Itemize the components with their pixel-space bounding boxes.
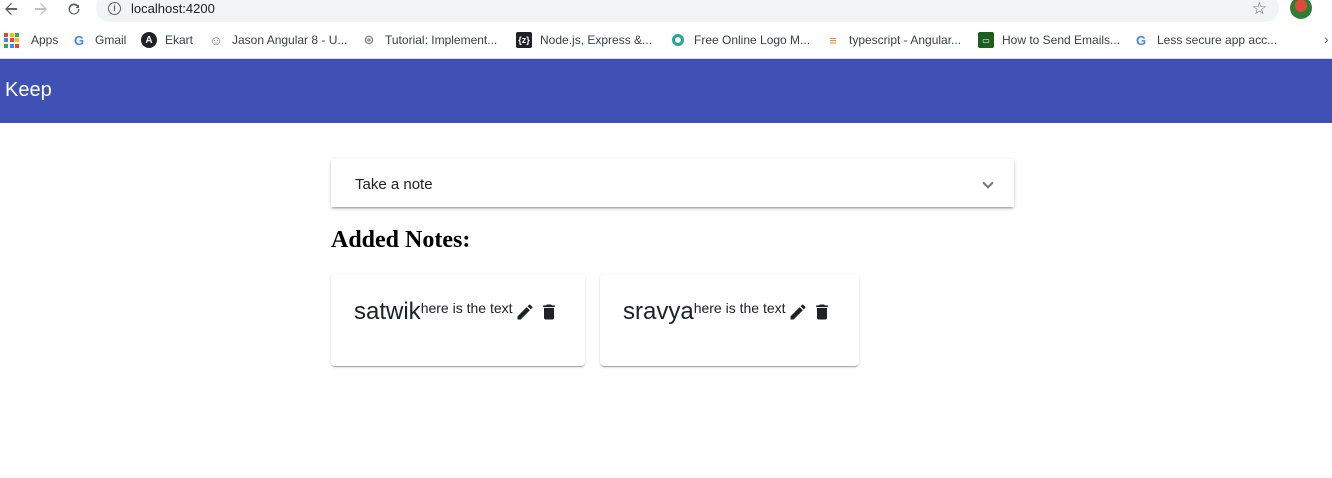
browser-chrome: i localhost:4200 ☆ Apps G Gmail A Ekart … [0, 0, 1332, 59]
bookmark-star-icon[interactable]: ☆ [1252, 0, 1267, 19]
note-card: satwik here is the text [331, 274, 585, 366]
bookmark-send-emails[interactable]: ▭ How to Send Emails... [978, 29, 1120, 51]
bookmark-nodejs[interactable]: {z} Node.js, Express &... [516, 29, 652, 51]
ring-logo-icon [670, 32, 686, 48]
edit-icon[interactable] [513, 301, 537, 323]
delete-icon[interactable] [537, 301, 561, 323]
avatar-icon: ☺ [209, 32, 223, 48]
chevron-down-icon[interactable] [982, 177, 994, 189]
note-text: here is the text [420, 300, 513, 316]
globe-icon: ⊛ [363, 32, 375, 47]
bookmark-typescript[interactable]: ≡ typescript - Angular... [825, 29, 961, 51]
bookmark-label: typescript - Angular... [849, 33, 962, 47]
delete-icon[interactable] [810, 301, 834, 323]
browser-toolbar: i localhost:4200 ☆ [0, 0, 1332, 22]
note-title: sravya [623, 298, 694, 325]
chevron-right-icon[interactable]: › [1324, 31, 1329, 47]
note-card: sravya here is the text [600, 274, 859, 366]
app-toolbar: Keep [0, 59, 1332, 123]
info-icon[interactable]: i [108, 2, 121, 15]
bookmark-label: Gmail [95, 33, 127, 47]
take-note-panel[interactable]: Take a note [331, 159, 1014, 207]
reload-icon[interactable] [63, 0, 85, 20]
panel-title: Take a note [355, 176, 433, 193]
bookmark-label: How to Send Emails... [1002, 33, 1121, 47]
profile-avatar[interactable] [1290, 0, 1312, 19]
bookmark-label: Less secure app acc... [1157, 33, 1278, 47]
bookmark-label: Tutorial: Implement... [385, 33, 498, 47]
bookmark-label: Free Online Logo M... [694, 33, 811, 47]
bookmark-label: Apps [31, 33, 59, 47]
bookmark-apps[interactable]: Apps [4, 29, 58, 51]
edit-icon[interactable] [786, 301, 810, 323]
bookmark-label: Ekart [165, 33, 194, 47]
back-arrow-icon[interactable] [0, 0, 22, 20]
bookmark-gmail[interactable]: G Gmail [71, 29, 126, 51]
google-icon: G [1135, 32, 1147, 48]
zeit-icon: {z} [516, 32, 532, 48]
bookmark-jason-angular[interactable]: ☺ Jason Angular 8 - U... [208, 29, 347, 51]
bookmark-logo-maker[interactable]: Free Online Logo M... [670, 29, 810, 51]
apps-grid-icon [4, 32, 19, 48]
address-bar[interactable]: i localhost:4200 ☆ [96, 0, 1279, 22]
note-title: satwik [354, 298, 421, 325]
note-text: here is the text [693, 300, 786, 316]
angular-icon: A [141, 32, 157, 48]
bookmarks-bar: Apps G Gmail A Ekart ☺ Jason Angular 8 -… [0, 29, 1332, 51]
notes-heading: Added Notes: [331, 227, 471, 253]
forward-arrow-icon[interactable] [30, 0, 52, 20]
bookmark-ekart[interactable]: A Ekart [141, 29, 193, 51]
app-title: Keep [5, 79, 52, 101]
bookmark-less-secure[interactable]: G Less secure app acc... [1133, 29, 1277, 51]
stackoverflow-icon: ≡ [829, 32, 837, 48]
bookmark-label: Jason Angular 8 - U... [232, 33, 348, 47]
google-icon: G [73, 32, 85, 48]
monitor-icon: ▭ [978, 32, 994, 48]
bookmark-label: Node.js, Express &... [540, 33, 653, 47]
url-text[interactable]: localhost:4200 [131, 1, 215, 16]
bookmark-tutorial[interactable]: ⊛ Tutorial: Implement... [361, 29, 498, 51]
